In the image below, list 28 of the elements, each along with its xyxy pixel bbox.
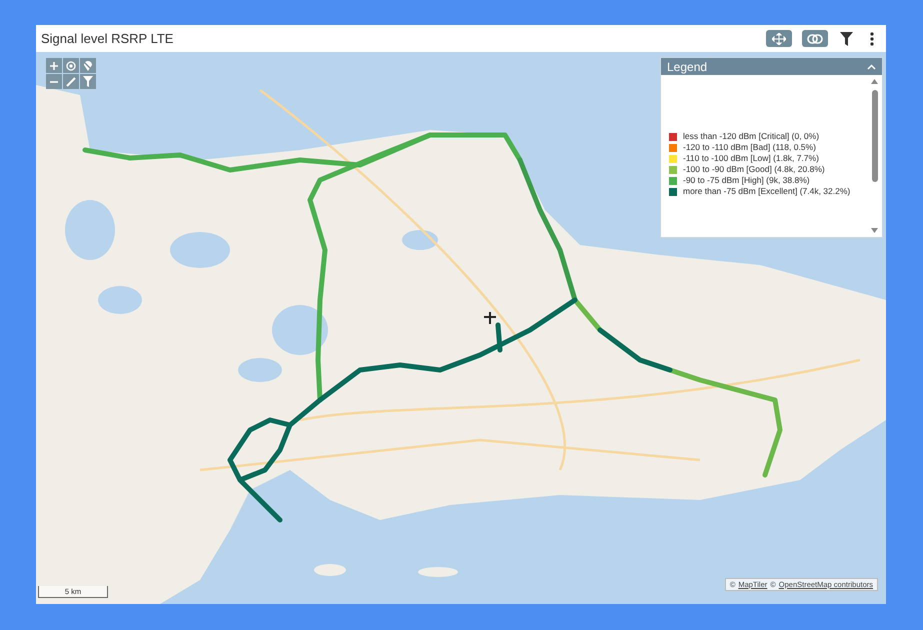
locate-button[interactable]: [63, 58, 79, 73]
legend-label: more than -75 dBm [Excellent] (7.4k, 32.2%): [683, 185, 850, 198]
legend-label: -90 to -75 dBm [High] (9k, 38.8%): [683, 174, 810, 187]
plus-icon: [50, 62, 58, 70]
pin-off-button[interactable]: [80, 58, 96, 73]
zoom-out-button[interactable]: [46, 74, 62, 89]
move-arrows-button[interactable]: [766, 30, 792, 47]
filter-button[interactable]: [838, 30, 854, 48]
link-button[interactable]: [802, 30, 828, 47]
ruler-button[interactable]: [63, 74, 79, 89]
target-icon: [66, 60, 76, 70]
legend-title: Legend: [667, 58, 708, 76]
move-arrows-icon: [772, 32, 786, 44]
filter-icon: [840, 32, 852, 46]
scroll-down-icon[interactable]: [871, 228, 878, 233]
ruler-icon: [66, 76, 76, 86]
zoom-in-button[interactable]: [46, 58, 62, 73]
scrollbar[interactable]: [870, 79, 879, 233]
kebab-menu-icon: [870, 32, 874, 46]
legend-label: -110 to -100 dBm [Low] (1.8k, 7.7%): [683, 152, 819, 165]
legend-label: -100 to -90 dBm [Good] (4.8k, 20.8%): [683, 163, 825, 176]
collapse-caret-icon[interactable]: [867, 64, 876, 70]
link-icon: [807, 34, 823, 44]
legend-label: -120 to -110 dBm [Bad] (118, 0.5%): [683, 141, 816, 154]
legend-label: less than -120 dBm [Critical] (0, 0%): [683, 130, 820, 143]
panel-title: Signal level RSRP LTE: [41, 30, 174, 48]
legend-header[interactable]: Legend: [661, 58, 882, 75]
filter-icon: [83, 76, 93, 87]
